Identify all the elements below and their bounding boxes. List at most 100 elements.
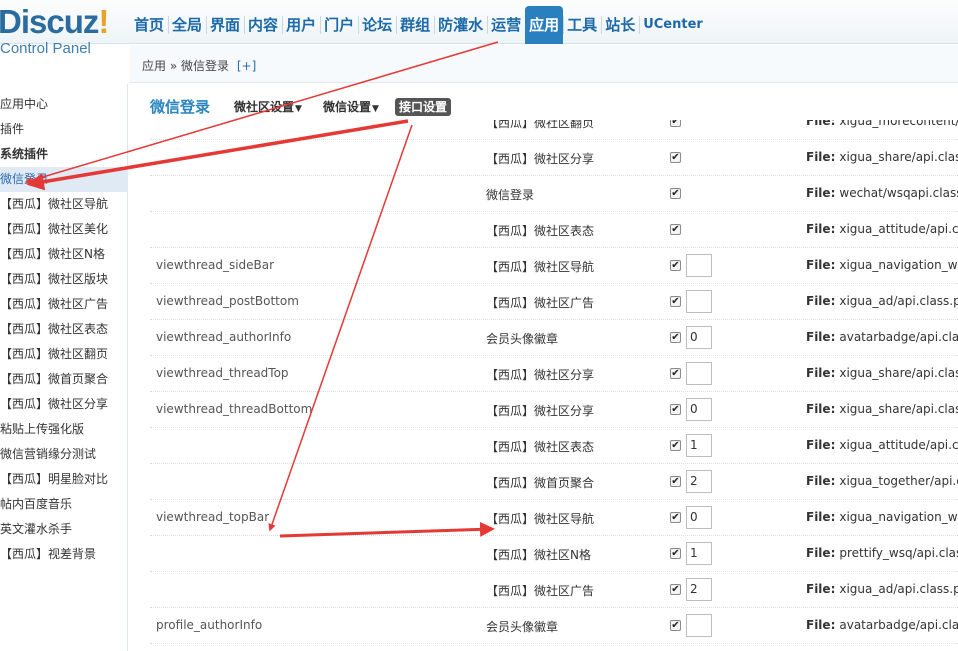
display-order-input[interactable]: 0 xyxy=(686,398,712,421)
display-order-input[interactable]: 2 xyxy=(686,470,712,493)
sidebar-menu: 应用中心 插件 系统插件 微信登录 【西瓜】微社区导航 【西瓜】微社区美化 【西瓜】微社区N… xyxy=(0,84,128,651)
top-nav-item[interactable]: 站长 xyxy=(601,6,639,44)
enable-checkbox[interactable]: ✔ xyxy=(670,620,681,631)
top-nav-item[interactable]: 群组 xyxy=(396,6,434,44)
sidebar-item[interactable]: 系统插件 xyxy=(0,142,128,167)
sidebar-item[interactable]: 【西瓜】微社区广告 xyxy=(0,292,128,317)
enable-checkbox[interactable]: ✔ xyxy=(670,440,681,451)
hook-table: 【西瓜】微社区翻页✔File:xigua_morecontent/api.cla… xyxy=(150,120,958,651)
file-label: File: xyxy=(806,330,836,344)
enable-checkbox[interactable]: ✔ xyxy=(670,260,681,271)
sidebar-item[interactable]: 【西瓜】微社区导航 xyxy=(0,192,128,217)
sidebar-item[interactable]: 【西瓜】微社区美化 xyxy=(0,217,128,242)
enable-checkbox[interactable]: ✔ xyxy=(670,548,681,559)
file-path: File:avatarbadge/api.class.p xyxy=(806,330,958,344)
enable-checkbox[interactable]: ✔ xyxy=(670,476,681,487)
file-label: File: xyxy=(806,582,836,596)
sidebar-item[interactable]: 【西瓜】明星脸对比 xyxy=(0,467,128,492)
sidebar-item[interactable]: 粘贴上传强化版 xyxy=(0,417,128,442)
plugin-name: 【西瓜】微首页聚合 xyxy=(486,476,595,490)
plugin-name: 【西瓜】微社区分享 xyxy=(486,152,595,166)
breadcrumb: 应用 » 微信登录 [+] xyxy=(142,57,256,74)
sidebar-item[interactable]: 帖内百度音乐 xyxy=(0,492,128,517)
file-value: xigua_navigation_wsq xyxy=(839,510,958,524)
top-nav-item[interactable]: 界面 xyxy=(206,6,244,44)
enable-checkbox[interactable]: ✔ xyxy=(670,152,681,163)
top-nav-item[interactable]: 运营 xyxy=(487,6,525,44)
enable-checkbox[interactable]: ✔ xyxy=(670,224,681,235)
table-row: 【西瓜】微社区广告 ✔ 2 File:xigua_ad/api.class.php xyxy=(150,572,958,608)
plugin-name: 会员头像徽章 xyxy=(486,332,559,346)
file-path: File:xigua_attitude/api.class xyxy=(806,438,958,452)
file-label: File: xyxy=(806,438,836,452)
sidebar-item[interactable]: 应用中心 xyxy=(0,92,128,117)
plugin-name: 【西瓜】微社区分享 xyxy=(486,404,595,418)
add-shortcut-button[interactable]: [+] xyxy=(237,59,256,73)
sidebar-item[interactable]: 【西瓜】微首页聚合 xyxy=(0,367,128,392)
hook-name: viewthread_threadBottom xyxy=(156,402,313,416)
display-order-input[interactable]: 1 xyxy=(686,434,712,457)
sidebar-item[interactable]: 插件 xyxy=(0,117,128,142)
enable-checkbox[interactable]: ✔ xyxy=(670,332,681,343)
sidebar-item[interactable]: 【西瓜】微社区版块 xyxy=(0,267,128,292)
sidebar-item[interactable]: 【西瓜】微社区翻页 xyxy=(0,342,128,367)
file-value: xigua_attitude/api.class xyxy=(839,222,958,236)
tab-1[interactable]: 微社区设置▼ xyxy=(234,98,302,118)
file-path: File:prettify_wsq/api.class.p xyxy=(806,546,958,560)
file-path: File:xigua_navigation_wsq xyxy=(806,258,958,272)
display-order-input[interactable] xyxy=(686,290,712,313)
breadcrumb-apps[interactable]: 应用 xyxy=(142,59,166,73)
top-nav-item[interactable]: 用户 xyxy=(282,6,320,44)
sidebar-item[interactable]: 【西瓜】微社区表态 xyxy=(0,317,128,342)
tab-2[interactable]: 微信设置▼ xyxy=(323,98,379,118)
display-order-input[interactable]: 2 xyxy=(686,578,712,601)
table-row: viewthread_threadTop 【西瓜】微社区分享 ✔ File: xigua… xyxy=(150,356,958,392)
enable-checkbox[interactable]: ✔ xyxy=(670,120,681,127)
plugin-name: 【西瓜】微社区广告 xyxy=(486,584,595,598)
top-nav-item[interactable]: 应用 xyxy=(525,6,564,44)
enable-checkbox[interactable]: ✔ xyxy=(670,188,681,199)
file-path: File:xigua_ad/api.class.php xyxy=(806,294,958,308)
top-nav-item[interactable]: 全局 xyxy=(168,6,206,44)
top-nav-item[interactable]: 首页 xyxy=(130,6,168,44)
file-label: File: xyxy=(806,402,836,416)
enable-checkbox[interactable]: ✔ xyxy=(670,584,681,595)
breadcrumb-current: 微信登录 xyxy=(181,59,230,73)
display-order-input[interactable] xyxy=(686,362,712,385)
enable-checkbox[interactable]: ✔ xyxy=(670,404,681,415)
discuz-logo[interactable]: Discuz! Control Panel xyxy=(0,4,128,60)
table-row: profile_authorInfo 会员头像徽章 ✔ File: avatarbadg… xyxy=(150,608,958,644)
sidebar-item[interactable]: 英文灌水杀手 xyxy=(0,517,128,542)
file-value: avatarbadge/api.class.p xyxy=(839,330,958,344)
top-nav-item[interactable]: 论坛 xyxy=(358,6,396,44)
sidebar-item[interactable]: 【西瓜】视差背景 xyxy=(0,542,128,567)
enable-checkbox[interactable]: ✔ xyxy=(670,512,681,523)
top-nav-item[interactable]: 工具 xyxy=(563,6,601,44)
file-label: File: xyxy=(806,186,836,200)
table-row: 【西瓜】微社区表态 ✔ 1 File:xigua_attitude/api.class xyxy=(150,428,958,464)
table-row: viewthread_topBar 【西瓜】微社区导航 ✔ 0 File: xigua_n… xyxy=(150,500,958,536)
display-order-input[interactable] xyxy=(686,614,712,637)
top-nav-item[interactable]: UCenter xyxy=(639,6,707,44)
display-order-input[interactable] xyxy=(686,254,712,277)
display-order-input[interactable]: 1 xyxy=(686,542,712,565)
sidebar-item[interactable]: 【西瓜】微社区分享 xyxy=(0,392,128,417)
top-nav-item[interactable]: 门户 xyxy=(320,6,358,44)
tab-3[interactable]: 接口设置 xyxy=(395,98,452,116)
display-order-input[interactable]: 0 xyxy=(686,326,712,349)
top-nav-item[interactable]: 防灌水 xyxy=(434,6,487,44)
file-value: xigua_share/api.class.p xyxy=(839,150,958,164)
file-path: File:xigua_ad/api.class.php xyxy=(806,582,958,596)
enable-checkbox[interactable]: ✔ xyxy=(670,368,681,379)
sidebar-item[interactable]: 【西瓜】微社区N格 xyxy=(0,242,128,267)
file-label: File: xyxy=(806,366,836,380)
sidebar-item[interactable]: 微信营销缘分测试 xyxy=(0,442,128,467)
hook-name: viewthread_sideBar xyxy=(156,258,275,272)
file-value: avatarbadge/api.class.p xyxy=(839,618,958,632)
enable-checkbox[interactable]: ✔ xyxy=(670,296,681,307)
display-order-input[interactable]: 0 xyxy=(686,506,712,529)
sidebar-item[interactable]: 微信登录 xyxy=(0,167,128,192)
admin-control-panel: Discuz! Control Panel 首页 全局 界面 内容 用户 门户 论坛 群组 防灌… xyxy=(0,0,958,651)
plugin-name: 【西瓜】微社区N格 xyxy=(486,548,591,562)
top-nav-item[interactable]: 内容 xyxy=(244,6,282,44)
